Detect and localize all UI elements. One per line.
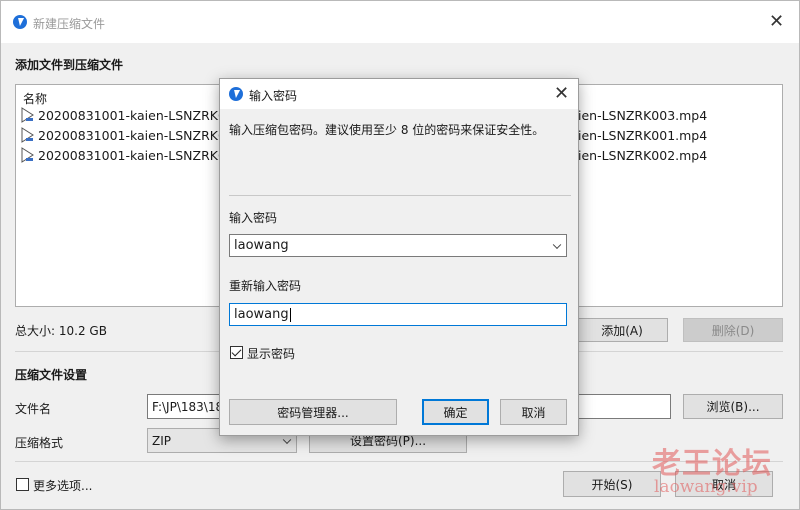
dialog-instruction: 输入压缩包密码。建议使用至少 8 位的密码来保证安全性。 bbox=[229, 123, 545, 137]
column-header-name: 名称 bbox=[23, 92, 48, 106]
file-name: 20200831001-kaien-LSNZRK00 bbox=[38, 147, 234, 163]
filename-label: 文件名 bbox=[15, 402, 52, 416]
reenter-password-label: 重新输入密码 bbox=[229, 279, 302, 293]
close-icon[interactable]: ✕ bbox=[554, 85, 569, 103]
file-name: 20200831001-kaien-LSNZRK00 bbox=[38, 107, 234, 123]
chevron-down-icon bbox=[282, 435, 292, 444]
add-button[interactable]: 添加(A) bbox=[576, 318, 668, 342]
browse-button[interactable]: 浏览(B)... bbox=[683, 394, 783, 419]
close-icon[interactable]: ✕ bbox=[769, 13, 784, 31]
list-item[interactable]: 20200831001-kaien-LSNZRK00 bbox=[20, 126, 234, 144]
format-label: 压缩格式 bbox=[15, 436, 64, 450]
format-value: ZIP bbox=[152, 433, 171, 448]
divider bbox=[15, 461, 783, 462]
main-titlebar: 新建压缩文件 ✕ bbox=[1, 1, 799, 43]
divider bbox=[229, 195, 571, 196]
more-options-checkbox[interactable] bbox=[16, 478, 29, 491]
settings-heading: 压缩文件设置 bbox=[15, 368, 88, 382]
list-item[interactable]: 20200831001-kaien-LSNZRK00 bbox=[20, 146, 234, 164]
dialog-title: 输入密码 bbox=[249, 89, 298, 103]
video-file-icon bbox=[20, 147, 36, 163]
dialog-titlebar: 输入密码 ✕ bbox=[220, 79, 578, 109]
total-size: 总大小: 10.2 GB bbox=[15, 324, 107, 338]
add-files-heading: 添加文件到压缩文件 bbox=[15, 58, 124, 72]
password-dialog: 输入密码 ✕ 输入压缩包密码。建议使用至少 8 位的密码来保证安全性。 输入密码… bbox=[219, 78, 579, 436]
file-name-tail: ien-LSNZRK003.mp4 bbox=[578, 108, 708, 123]
more-options-label: 更多选项... bbox=[33, 479, 93, 493]
app-logo-icon bbox=[229, 87, 243, 101]
show-password-checkbox[interactable] bbox=[230, 346, 243, 359]
reenter-password-input[interactable]: laowang bbox=[229, 303, 567, 326]
file-name: 20200831001-kaien-LSNZRK00 bbox=[38, 127, 234, 143]
text-caret bbox=[289, 307, 291, 322]
window-title: 新建压缩文件 bbox=[33, 17, 106, 31]
password-manager-button[interactable]: 密码管理器... bbox=[229, 399, 397, 425]
start-button[interactable]: 开始(S) bbox=[563, 471, 661, 497]
app-logo-icon bbox=[13, 15, 27, 29]
chevron-down-icon[interactable] bbox=[552, 240, 562, 249]
dialog-cancel-button[interactable]: 取消 bbox=[500, 399, 567, 425]
password-input[interactable]: laowang bbox=[229, 234, 567, 257]
video-file-icon bbox=[20, 107, 36, 123]
password-value: laowang bbox=[234, 238, 289, 253]
show-password-label: 显示密码 bbox=[247, 347, 296, 361]
video-file-icon bbox=[20, 127, 36, 143]
password-label: 输入密码 bbox=[229, 211, 278, 225]
list-item[interactable]: 20200831001-kaien-LSNZRK00 bbox=[20, 106, 234, 124]
file-name-tail: ien-LSNZRK002.mp4 bbox=[578, 148, 708, 163]
delete-button[interactable]: 删除(D) bbox=[683, 318, 783, 342]
cancel-button[interactable]: 取消 bbox=[675, 471, 773, 497]
file-name-tail: ien-LSNZRK001.mp4 bbox=[578, 128, 708, 143]
reenter-password-value: laowang bbox=[234, 307, 289, 322]
ok-button[interactable]: 确定 bbox=[422, 399, 489, 425]
